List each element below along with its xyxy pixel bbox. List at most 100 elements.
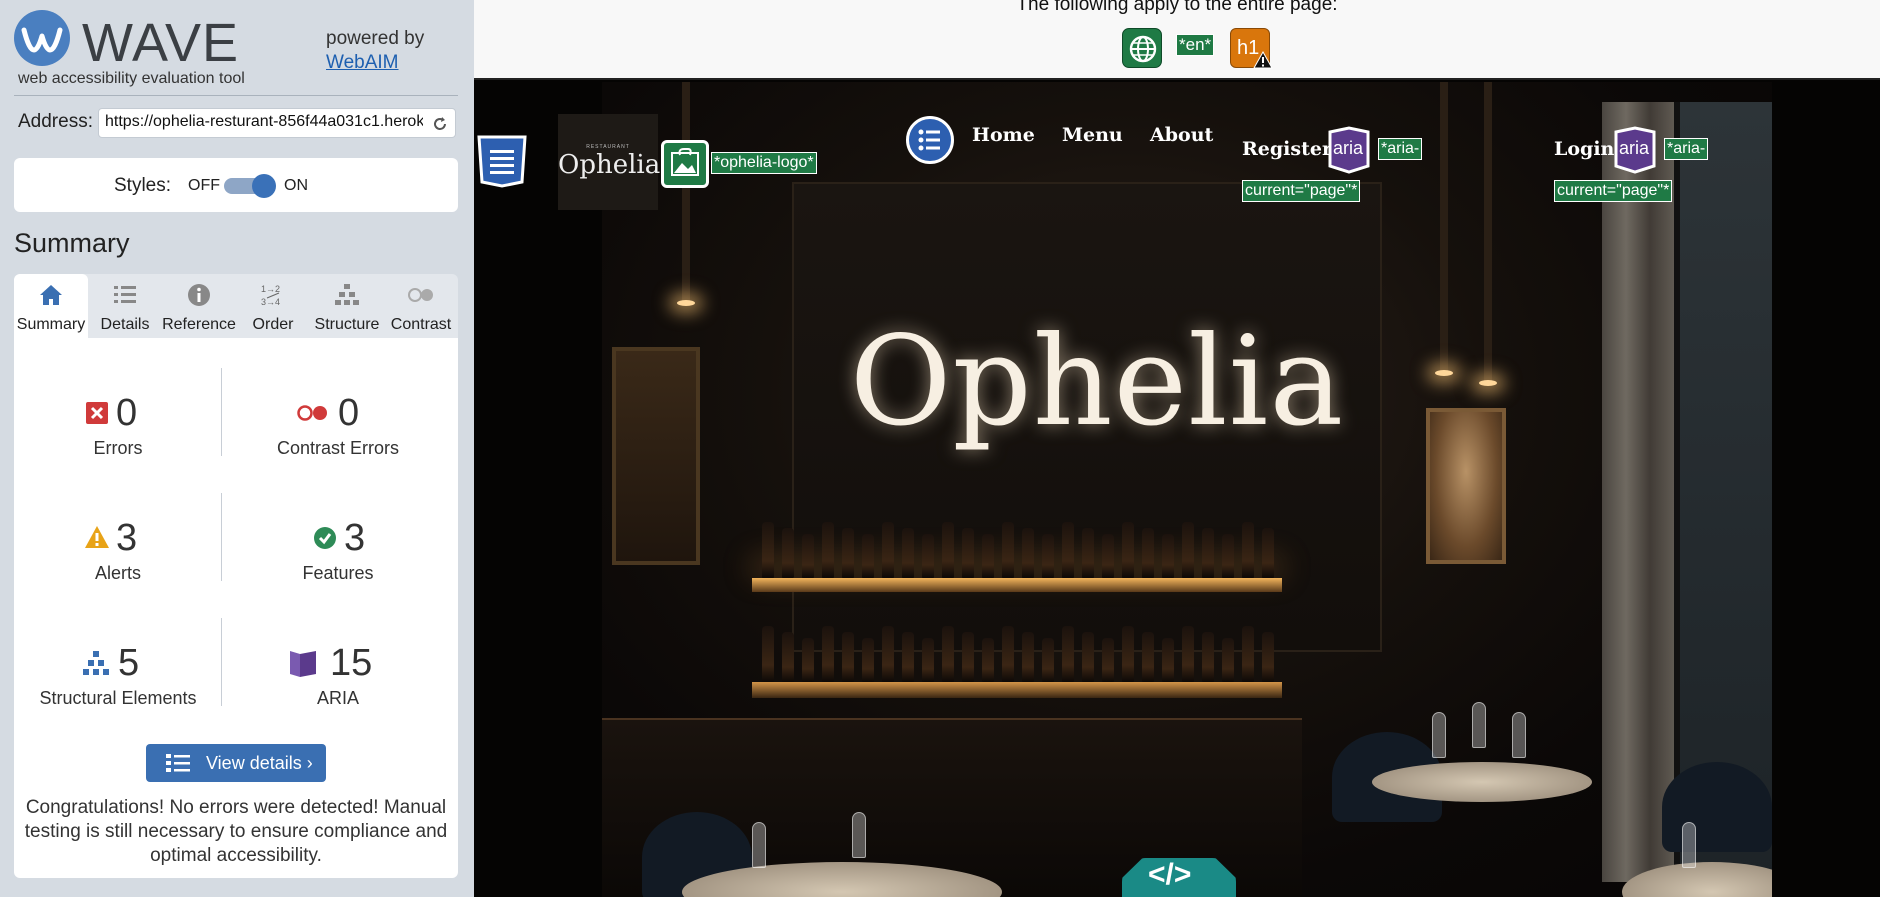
bottle <box>1042 638 1054 682</box>
aria-current-badge: *aria- <box>1378 138 1423 160</box>
svg-text:3→4: 3→4 <box>261 297 280 307</box>
tab-reference[interactable]: Reference <box>162 274 236 338</box>
aria-feature-icon[interactable]: aria <box>1612 126 1658 174</box>
aria-current-badge: *aria- <box>1664 138 1709 160</box>
webaim-link[interactable]: WebAIM <box>326 52 399 74</box>
wine-glass <box>1432 712 1446 758</box>
view-details-label: View details › <box>206 753 313 773</box>
bottle <box>782 632 794 682</box>
tab-summary[interactable]: Summary <box>14 274 88 338</box>
bottle <box>1122 626 1134 682</box>
panel-tabs: Summary Details Reference 1→2 3→4 Order S… <box>14 274 458 338</box>
bottle <box>942 522 954 578</box>
bottle <box>942 626 954 682</box>
wine-glass <box>752 822 766 868</box>
bottle <box>1222 534 1234 578</box>
bottle <box>1142 632 1154 682</box>
bottle <box>982 638 994 682</box>
aria-icon <box>290 651 316 677</box>
bottle <box>922 534 934 578</box>
view-details-button[interactable]: View details › <box>146 744 326 782</box>
styles-on-label: ON <box>284 177 308 194</box>
stat-divider <box>221 493 222 581</box>
bottle <box>822 626 834 682</box>
structural-count: 5 <box>118 642 140 684</box>
contrast-error-icon <box>297 405 327 421</box>
bottle <box>1082 528 1094 578</box>
aria-feature-icon[interactable]: aria <box>1326 126 1372 174</box>
nav-menu[interactable]: Menu <box>1062 124 1123 146</box>
nav-register[interactable]: Register <box>1242 138 1332 160</box>
tab-details[interactable]: Details <box>88 274 162 338</box>
structure-icon <box>335 284 359 305</box>
bottle <box>1262 632 1274 682</box>
contrast-errors-label: Contrast Errors <box>276 438 400 458</box>
navigation-region-icon[interactable] <box>476 134 528 188</box>
stat-contrast-errors[interactable]: 0 Contrast Errors <box>238 338 438 458</box>
feature-icon <box>314 527 336 549</box>
structural-label: Structural Elements <box>39 688 197 708</box>
bottle <box>1102 534 1114 578</box>
summary-panel: 0 Errors 0 Contrast Errors 3 Alerts 3 Fe… <box>14 338 458 878</box>
bottle <box>1202 528 1214 578</box>
bottle <box>1202 632 1214 682</box>
code-feature-icon[interactable]: </> <box>1122 858 1236 897</box>
structure-icon <box>83 651 109 675</box>
bar-shelf-top <box>752 578 1282 592</box>
site-logo[interactable]: RESTAURANT Ophelia <box>558 114 660 210</box>
address-input[interactable] <box>105 113 423 131</box>
styles-off-label: OFF <box>188 177 220 194</box>
h1-structure-icon[interactable]: h1 <box>1230 28 1273 69</box>
wine-glass <box>1472 702 1486 748</box>
bottle <box>782 528 794 578</box>
bottle <box>902 528 914 578</box>
stat-divider <box>221 618 222 706</box>
linked-image-feature-icon[interactable] <box>661 140 709 188</box>
wine-glass <box>852 812 866 858</box>
bottle <box>1142 528 1154 578</box>
language-feature-icon[interactable] <box>1122 28 1162 68</box>
powered-by-label: powered by <box>326 28 425 49</box>
bottle <box>1162 638 1174 682</box>
styles-toggle[interactable] <box>224 174 276 198</box>
reload-icon[interactable] <box>431 115 449 133</box>
wave-logo-icon <box>14 10 70 66</box>
page-preview: The following apply to the entire page: … <box>474 0 1880 897</box>
pendant-lamp <box>682 82 690 302</box>
bottle <box>842 632 854 682</box>
lamp-glow <box>677 300 695 306</box>
tab-summary-label: Summary <box>16 316 86 333</box>
tab-structure[interactable]: Structure <box>310 274 384 338</box>
page-banner-text: The following apply to the entire page: <box>1016 0 1338 15</box>
hero-title: Ophelia <box>849 310 1345 454</box>
hero-image: Ophelia <box>602 82 1772 897</box>
curtain <box>1602 102 1674 882</box>
list-structure-icon[interactable] <box>906 116 954 164</box>
nav-login[interactable]: Login <box>1554 138 1614 160</box>
address-box <box>98 108 456 138</box>
bottle <box>822 522 834 578</box>
bottle <box>922 638 934 682</box>
nav-about[interactable]: About <box>1150 124 1213 146</box>
stat-structural[interactable]: 5 Structural Elements <box>18 588 218 708</box>
bottle <box>1022 528 1034 578</box>
wine-glass <box>1512 712 1526 758</box>
stat-aria[interactable]: 15 ARIA <box>238 588 438 708</box>
wave-header: WAVE web accessibility evaluation tool p… <box>14 10 458 96</box>
wine-glass <box>1682 822 1696 868</box>
tab-contrast[interactable]: Contrast <box>384 274 458 338</box>
wave-logo-text: WAVE <box>82 13 240 73</box>
bottle <box>1222 638 1234 682</box>
bottle <box>1062 522 1074 578</box>
stat-features[interactable]: 3 Features <box>238 463 438 583</box>
chair <box>1662 762 1772 852</box>
nav-home[interactable]: Home <box>972 124 1035 146</box>
bottle <box>1102 638 1114 682</box>
alerts-label: Alerts <box>94 563 141 583</box>
stat-errors[interactable]: 0 Errors <box>18 338 218 458</box>
bottle <box>1002 522 1014 578</box>
stat-alerts[interactable]: 3 Alerts <box>18 463 218 583</box>
bottle <box>1182 626 1194 682</box>
bottle <box>1162 534 1174 578</box>
tab-order[interactable]: 1→2 3→4 Order <box>236 274 310 338</box>
